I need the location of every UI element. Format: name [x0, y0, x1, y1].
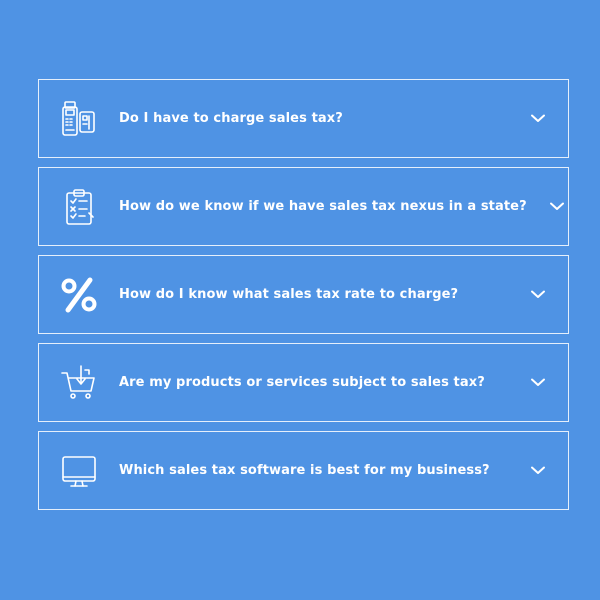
chevron-down-icon[interactable] [508, 255, 568, 334]
faq-item-tax-software[interactable]: Which sales tax software is best for my … [38, 431, 569, 510]
faq-question: Which sales tax software is best for my … [119, 463, 490, 478]
percent-icon [39, 255, 119, 334]
chevron-down-icon[interactable] [527, 167, 587, 246]
faq-question: Are my products or services subject to s… [119, 375, 485, 390]
faq-list: Do I have to charge sales tax? How do we… [38, 79, 569, 519]
faq-item-charge-sales-tax[interactable]: Do I have to charge sales tax? [38, 79, 569, 158]
faq-question: Do I have to charge sales tax? [119, 111, 343, 126]
shopping-cart-icon [39, 343, 119, 422]
chevron-down-icon[interactable] [508, 79, 568, 158]
faq-item-sales-tax-nexus[interactable]: How do we know if we have sales tax nexu… [38, 167, 569, 246]
chevron-down-icon[interactable] [508, 343, 568, 422]
computer-monitor-icon [39, 431, 119, 510]
card-terminal-icon [39, 79, 119, 158]
clipboard-checklist-icon [39, 167, 119, 246]
faq-question: How do I know what sales tax rate to cha… [119, 287, 459, 302]
chevron-down-icon[interactable] [508, 431, 568, 510]
faq-question: How do we know if we have sales tax nexu… [119, 199, 527, 214]
faq-item-sales-tax-rate[interactable]: How do I know what sales tax rate to cha… [38, 255, 569, 334]
faq-item-products-subject[interactable]: Are my products or services subject to s… [38, 343, 569, 422]
